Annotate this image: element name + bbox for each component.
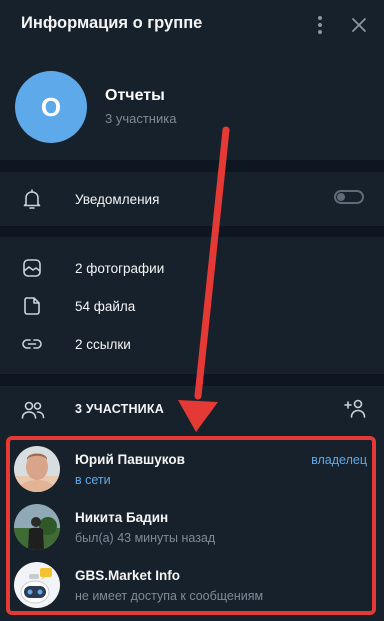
- group-profile: О Отчеты 3 участника: [0, 50, 384, 160]
- close-icon[interactable]: [348, 14, 370, 36]
- link-icon: [22, 339, 42, 349]
- files-row[interactable]: 54 файла: [0, 288, 384, 324]
- members-icon: [21, 401, 45, 419]
- file-icon: [24, 297, 40, 315]
- image-icon: [23, 259, 41, 277]
- section-divider: [0, 160, 384, 172]
- toggle-knob: [337, 193, 345, 201]
- notifications-toggle[interactable]: [334, 190, 364, 204]
- photos-row[interactable]: 2 фотографии: [0, 250, 384, 286]
- more-options-icon[interactable]: [310, 12, 330, 38]
- notifications-label: Уведомления: [75, 192, 160, 207]
- group-members-count: 3 участника: [105, 111, 177, 126]
- links-row[interactable]: 2 ссылки: [0, 326, 384, 362]
- add-member-icon[interactable]: [342, 397, 368, 421]
- highlight-box: [6, 436, 376, 615]
- bell-icon: [23, 189, 41, 209]
- section-divider: [0, 374, 384, 386]
- section-divider: [0, 226, 384, 237]
- dialog-header: Информация о группе: [0, 0, 384, 50]
- members-section-title: 3 УЧАСТНИКА: [75, 402, 164, 416]
- notifications-row[interactable]: Уведомления: [0, 172, 384, 226]
- files-label: 54 файла: [75, 299, 136, 314]
- links-label: 2 ссылки: [75, 337, 131, 352]
- photos-label: 2 фотографии: [75, 261, 165, 276]
- group-avatar[interactable]: О: [15, 71, 87, 143]
- dialog-title: Информация о группе: [21, 14, 203, 32]
- group-name: Отчеты: [105, 87, 165, 104]
